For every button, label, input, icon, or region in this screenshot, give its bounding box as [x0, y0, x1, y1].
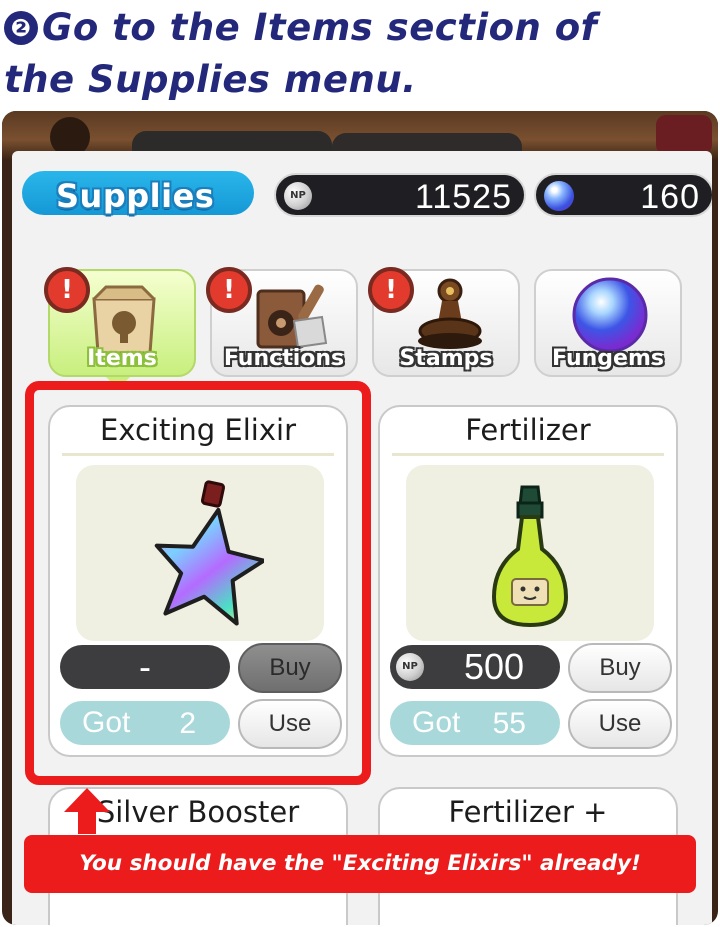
- item-card-fertilizer: Fertilizer NP 500 Buy Got 55 Use: [378, 405, 678, 757]
- got-count: 55: [492, 707, 526, 740]
- instruction-line-2: the Supplies menu.: [4, 58, 417, 101]
- scenery-shape: [656, 115, 712, 155]
- owned-count-display: Got 55: [390, 701, 560, 745]
- price-display: NP 500: [390, 645, 560, 689]
- crystal-ball-icon: [572, 277, 648, 353]
- gem-orb-icon: [544, 181, 574, 211]
- step-number-badge: ❷: [4, 11, 38, 45]
- tab-functions[interactable]: ! Functions: [206, 267, 358, 377]
- tab-label: Fungems: [552, 346, 664, 371]
- buy-button[interactable]: Buy: [568, 643, 672, 693]
- tab-stamps[interactable]: ! Stamps: [368, 267, 520, 377]
- tab-label: Items: [87, 346, 157, 371]
- supplies-title: Supplies: [56, 177, 215, 215]
- np-balance-value: 11525: [414, 178, 512, 216]
- alert-icon: !: [206, 267, 252, 313]
- instruction-text-1: Go to the Items section of: [42, 6, 598, 49]
- instruction-line-1: ❷ Go to the Items section of: [4, 2, 716, 54]
- np-coin-icon: NP: [396, 653, 424, 681]
- highlight-box: [25, 381, 371, 785]
- instruction-heading: ❷ Go to the Items section of the Supplies…: [4, 2, 716, 106]
- alert-icon: !: [44, 267, 90, 313]
- alert-icon: !: [368, 267, 414, 313]
- item-price: 500: [463, 646, 525, 687]
- tab-label: Functions: [223, 346, 345, 371]
- tab-items[interactable]: ! Items: [44, 267, 196, 377]
- stamp-icon: [418, 278, 482, 349]
- up-arrow-icon: [64, 788, 110, 834]
- callout-note: You should have the "Exciting Elixirs" a…: [24, 835, 696, 893]
- supplies-title-pill: Supplies: [22, 171, 254, 215]
- card-divider: [392, 453, 664, 456]
- green-bottle-icon: [491, 485, 569, 628]
- item-name: Fertilizer: [465, 413, 591, 447]
- item-name: Fertilizer +: [448, 795, 608, 829]
- paper-bag-icon: [92, 285, 156, 355]
- use-button[interactable]: Use: [568, 699, 672, 749]
- tab-label: Stamps: [399, 346, 493, 371]
- gem-balance-display: 160: [534, 173, 712, 217]
- item-image-area: [406, 465, 654, 641]
- tab-fungems[interactable]: Fungems: [534, 269, 682, 377]
- gem-balance-value: 160: [640, 178, 700, 216]
- got-label: Got: [412, 706, 461, 739]
- np-balance-display: NP 11525: [274, 173, 526, 217]
- np-coin-icon: NP: [284, 182, 312, 210]
